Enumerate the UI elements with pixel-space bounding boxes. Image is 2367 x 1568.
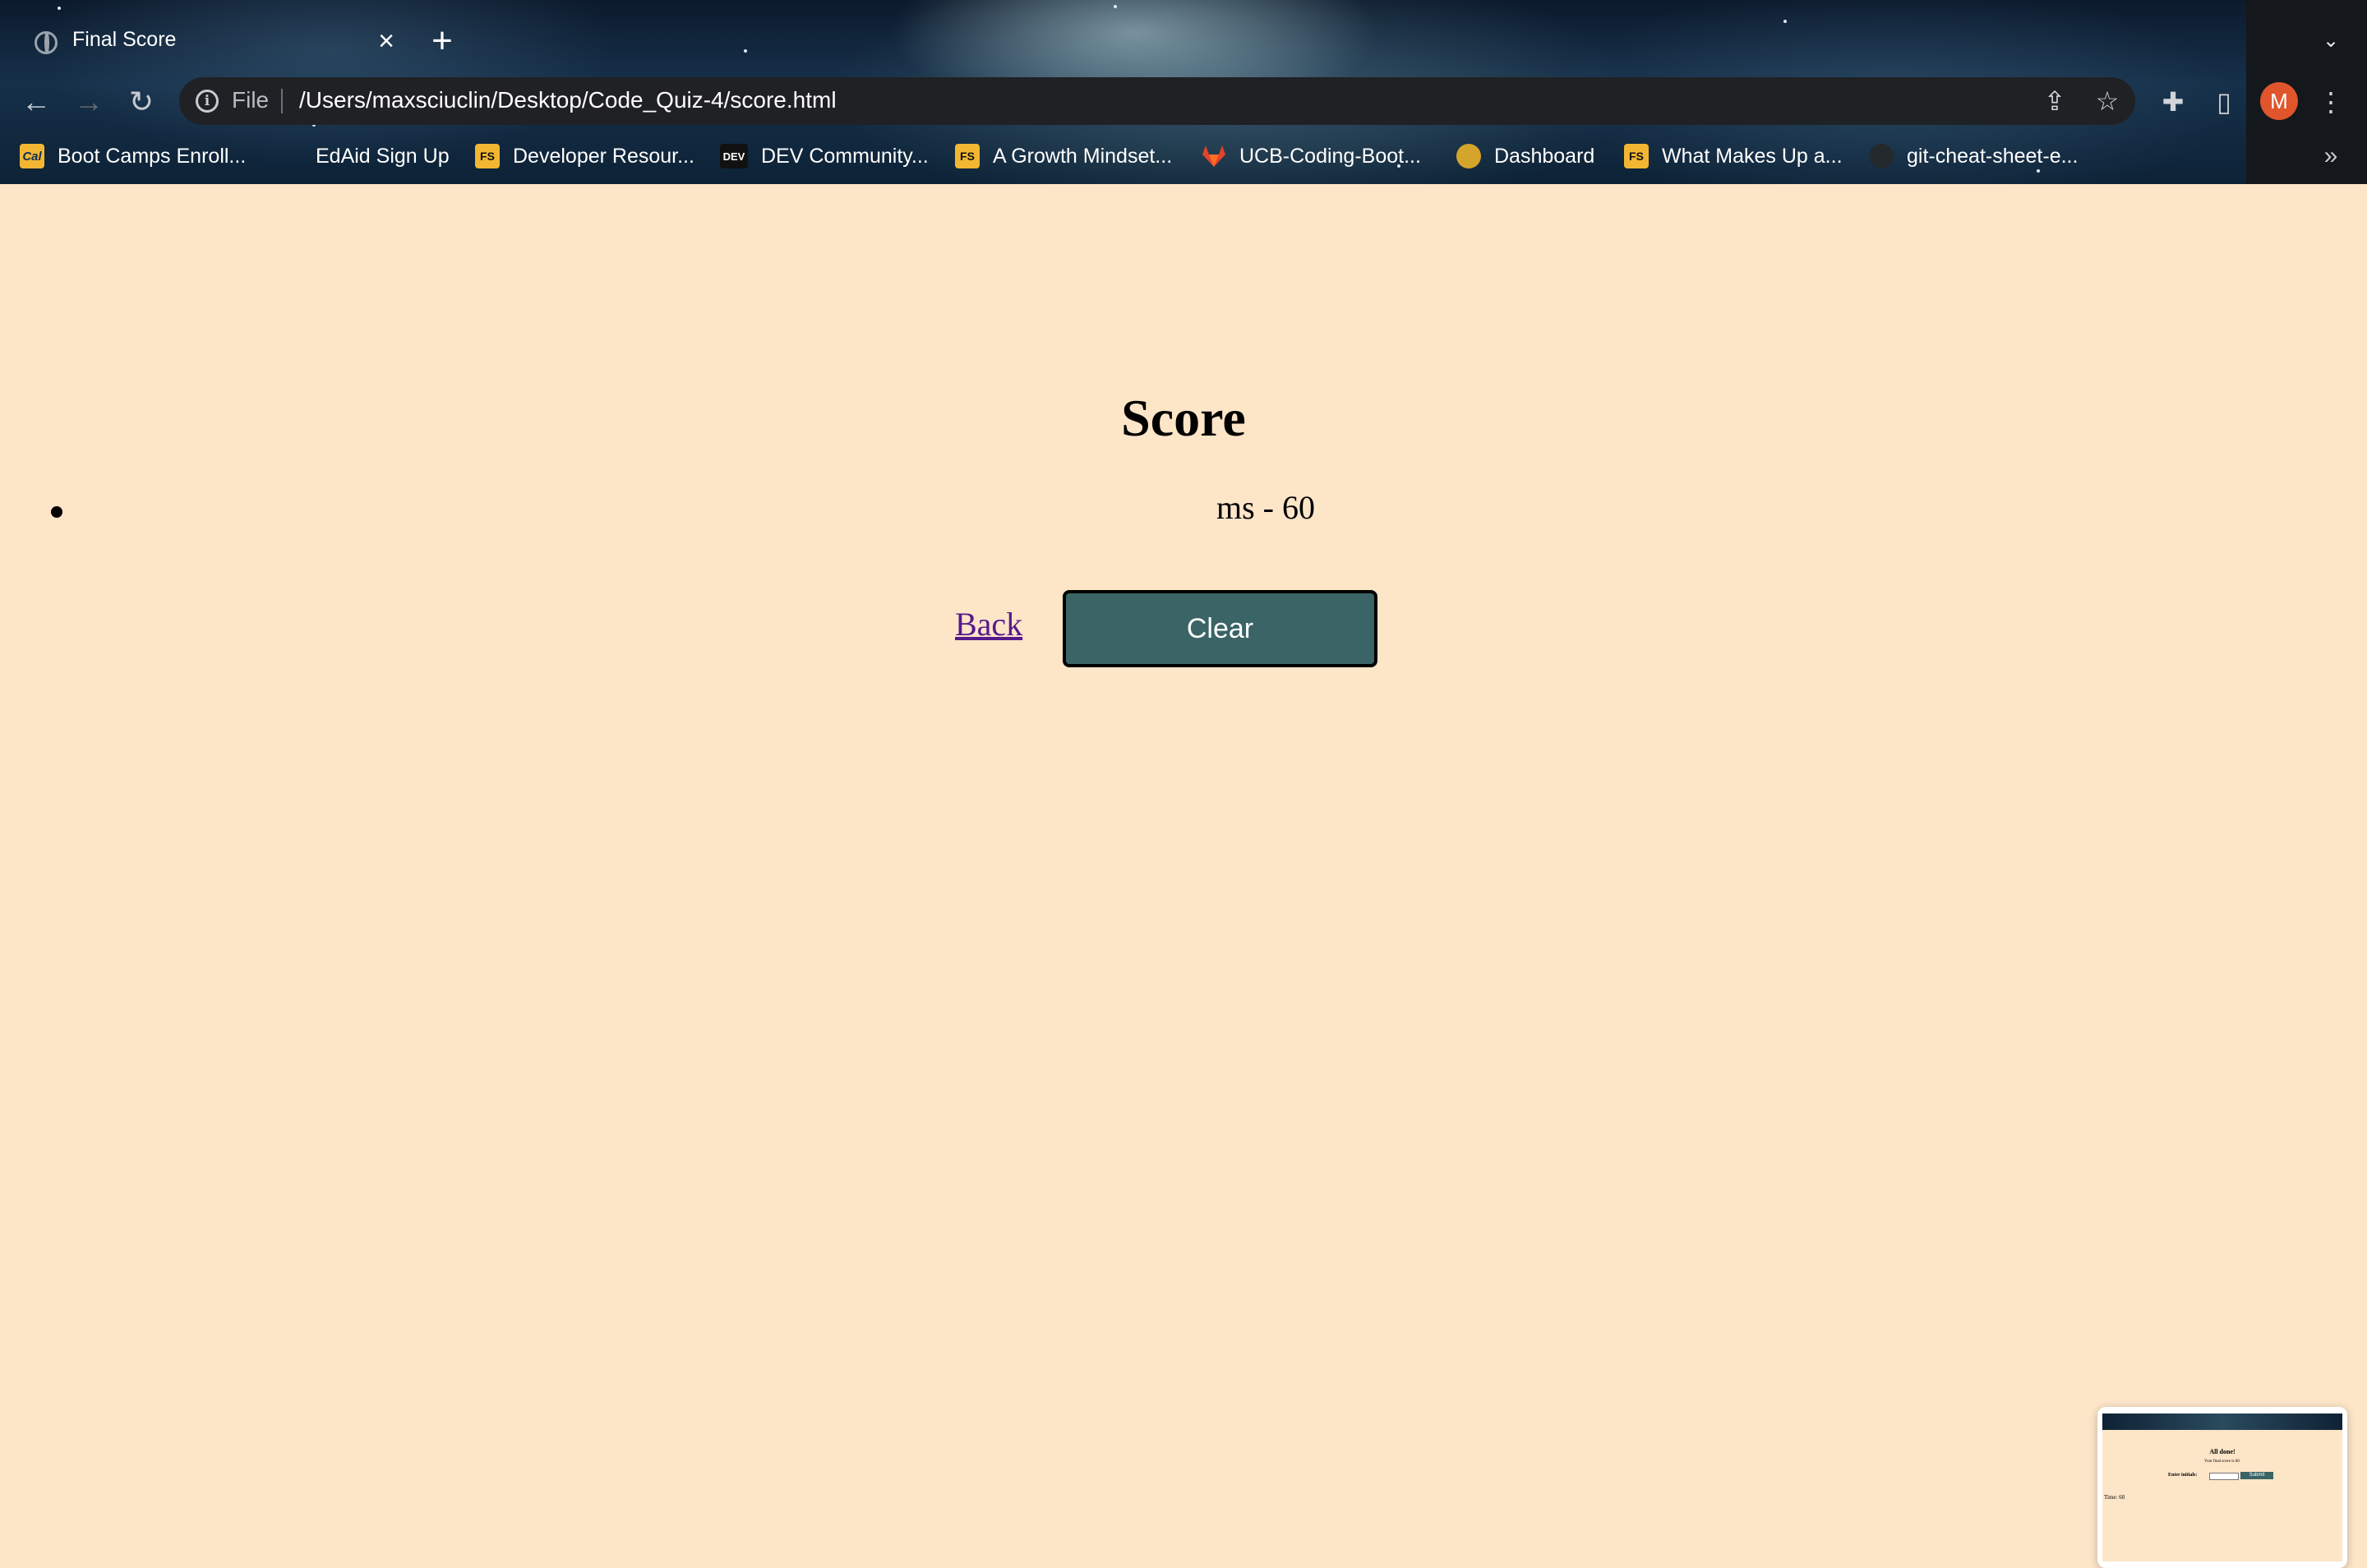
side-panel-icon[interactable]: ▯ — [2204, 82, 2244, 122]
extensions-icon[interactable]: ✚ — [2153, 82, 2193, 122]
globe-icon — [35, 31, 58, 54]
info-icon[interactable]: i — [196, 90, 219, 113]
page-title: Score — [1121, 389, 1246, 447]
star-decoration — [1114, 5, 1117, 8]
forward-arrow-icon[interactable]: → — [71, 84, 107, 120]
tab-final-score[interactable]: Final Score × — [18, 10, 408, 74]
bookmark-label: Boot Camps Enroll... — [58, 144, 247, 168]
tab-title: Final Score — [72, 28, 177, 51]
bookmark-item[interactable]: FS Developer Resour... — [475, 138, 694, 174]
bookmarks-overflow-icon[interactable]: » — [2314, 138, 2347, 174]
bookmark-item[interactable]: FS What Makes Up a... — [1624, 138, 1843, 174]
share-icon[interactable]: ⇪ — [2038, 85, 2071, 118]
page-content: Score ms - 60 Back Clear All done! Your … — [0, 184, 2367, 1568]
clear-button[interactable]: Clear — [1063, 590, 1377, 667]
bookmark-label: git-cheat-sheet-e... — [1907, 144, 2079, 168]
score-list: ms - 60 — [0, 488, 2367, 527]
bookmark-label: DEV Community... — [761, 144, 929, 168]
bookmark-item[interactable]: EdAid Sign Up — [316, 138, 450, 174]
close-icon[interactable]: × — [370, 25, 403, 58]
bookmark-label: A Growth Mindset... — [993, 144, 1173, 168]
bookmark-label: UCB-Coding-Boot... — [1239, 144, 1421, 168]
preview-submit-button: Submit — [2240, 1472, 2273, 1479]
bookmark-item[interactable]: Cal Boot Camps Enroll... — [20, 138, 246, 174]
star-decoration — [744, 49, 747, 53]
chevron-down-icon[interactable]: ⌄ — [2314, 25, 2347, 58]
browser-chrome: Final Score × + ⌄ ← → ↻ i File /Users/ma… — [0, 0, 2367, 184]
reload-icon[interactable]: ↻ — [123, 84, 159, 120]
bullet-icon — [51, 506, 62, 518]
bookmark-item[interactable]: DEV DEV Community... — [720, 138, 929, 174]
preview-browser-bar — [2102, 1414, 2342, 1430]
bookmark-star-icon[interactable]: ☆ — [2091, 85, 2124, 118]
preview-time: Time: 60 — [2104, 1494, 2125, 1501]
preview-page: All done! Your final score is 60. Enter … — [2102, 1414, 2342, 1561]
url-scheme-label: File — [232, 87, 270, 113]
bookmark-label: EdAid Sign Up — [316, 144, 450, 168]
bookmark-item[interactable]: FS A Growth Mindset... — [955, 138, 1172, 174]
address-bar[interactable]: i File /Users/maxsciuclin/Desktop/Code_Q… — [179, 77, 2135, 125]
bookmark-item[interactable]: Dashboard — [1456, 138, 1594, 174]
fs-icon: FS — [475, 144, 500, 168]
url-text[interactable]: /Users/maxsciuclin/Desktop/Code_Quiz-4/s… — [299, 87, 837, 113]
back-link[interactable]: Back — [955, 605, 1022, 643]
window-preview-thumbnail[interactable]: All done! Your final score is 60. Enter … — [2097, 1407, 2347, 1568]
dev-icon: DEV — [720, 144, 748, 168]
preview-subtitle: Your final score is 60. — [2203, 1460, 2241, 1464]
score-entry: ms - 60 — [1216, 489, 1315, 526]
profile-avatar[interactable]: M — [2260, 82, 2298, 120]
new-tab-icon[interactable]: + — [426, 23, 459, 59]
bookmark-item[interactable]: UCB-Coding-Boot... — [1202, 138, 1421, 174]
github-icon — [1869, 144, 1894, 168]
gitlab-icon — [1202, 144, 1226, 168]
bookmarks-bar: Cal Boot Camps Enroll... EdAid Sign Up F… — [0, 138, 2367, 174]
score-list-item: ms - 60 — [0, 488, 2367, 527]
fs-icon: FS — [955, 144, 980, 168]
bookmark-label: Dashboard — [1494, 144, 1595, 168]
bookmark-label: Developer Resour... — [513, 144, 694, 168]
dashboard-icon — [1456, 144, 1481, 168]
bookmark-label: What Makes Up a... — [1662, 144, 1843, 168]
menu-kebab-icon[interactable]: ⋮ — [2311, 82, 2351, 122]
cal-icon: Cal — [20, 144, 44, 168]
preview-title: All done! — [2209, 1448, 2236, 1455]
fs-icon: FS — [1624, 144, 1649, 168]
url-divider — [281, 89, 283, 113]
star-decoration — [1783, 20, 1787, 23]
preview-initials-label: Enter initials: — [2168, 1473, 2198, 1478]
back-arrow-icon[interactable]: ← — [18, 84, 54, 120]
bookmark-item[interactable]: git-cheat-sheet-e... — [1869, 138, 2078, 174]
